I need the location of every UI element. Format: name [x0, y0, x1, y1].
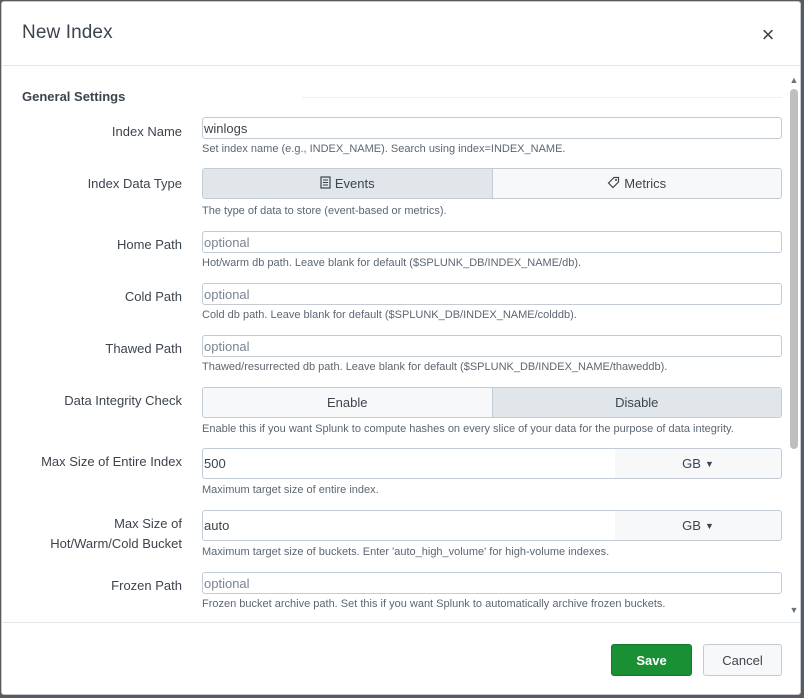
dialog-body: General Settings Index Name Set index na…: [2, 67, 800, 622]
max-bucket-label-line1: Max Size of: [114, 516, 182, 531]
integrity-enable-button[interactable]: Enable: [203, 388, 492, 417]
scroll-down-icon[interactable]: ▼: [789, 605, 799, 615]
max-size-help: Maximum target size of entire index.: [202, 484, 379, 496]
index-data-type-group: Events Metrics: [202, 168, 782, 199]
index-data-type-label: Index Data Type: [87, 176, 182, 191]
thawed-path-label: Thawed Path: [105, 341, 182, 356]
data-type-events-button[interactable]: Events: [203, 169, 492, 198]
scroll-up-icon[interactable]: ▲: [789, 75, 799, 85]
document-icon: [320, 175, 331, 192]
home-path-label: Home Path: [116, 237, 182, 252]
index-name-label: Index Name: [111, 124, 182, 139]
frozen-path-input[interactable]: [202, 572, 782, 594]
scrollbar-thumb[interactable]: [790, 89, 798, 449]
close-icon[interactable]: ×: [758, 24, 778, 46]
scrollbar[interactable]: ▲ ▼: [789, 75, 799, 620]
integrity-disable-button[interactable]: Disable: [491, 388, 781, 417]
index-name-help: Set index name (e.g., INDEX_NAME). Searc…: [202, 143, 566, 155]
max-size-label: Max Size of Entire Index: [41, 454, 182, 469]
data-type-events-label: Events: [334, 176, 375, 191]
thawed-path-input[interactable]: [202, 335, 782, 357]
max-bucket-help: Maximum target size of buckets. Enter 'a…: [202, 546, 610, 558]
max-bucket-unit-value: GB: [682, 518, 701, 533]
integrity-label: Data Integrity Check: [64, 393, 182, 408]
frozen-path-help: Frozen bucket archive path. Set this if …: [202, 598, 666, 610]
max-bucket-unit-select[interactable]: GB ▼: [615, 510, 782, 541]
dialog-footer: Save Cancel: [2, 622, 800, 694]
data-type-metrics-label: Metrics: [624, 176, 667, 191]
data-type-metrics-button[interactable]: Metrics: [491, 169, 781, 198]
index-data-type-help: The type of data to store (event-based o…: [202, 205, 447, 217]
chevron-down-icon: ▼: [704, 458, 714, 469]
cold-path-input[interactable]: [202, 283, 782, 305]
max-size-unit-value: GB: [682, 456, 701, 471]
cancel-button[interactable]: Cancel: [703, 644, 782, 676]
frozen-path-label: Frozen Path: [111, 578, 182, 593]
max-bucket-label-line2: Hot/Warm/Cold Bucket: [50, 536, 182, 551]
section-title: General Settings: [22, 89, 126, 104]
cold-path-help: Cold db path. Leave blank for default ($…: [202, 309, 577, 321]
chevron-down-icon: ▼: [704, 520, 714, 531]
integrity-help: Enable this if you want Splunk to comput…: [202, 423, 734, 435]
integrity-group: Enable Disable: [202, 387, 782, 418]
dialog-header: New Index ×: [2, 2, 800, 66]
dialog-title: New Index: [22, 22, 113, 43]
tag-icon: [607, 176, 620, 192]
cold-path-label: Cold Path: [124, 289, 182, 304]
new-index-dialog: New Index × General Settings Index Name …: [1, 1, 801, 695]
home-path-help: Hot/warm db path. Leave blank for defaul…: [202, 257, 582, 269]
max-size-unit-select[interactable]: GB ▼: [615, 448, 782, 479]
index-name-input[interactable]: [202, 117, 782, 139]
home-path-input[interactable]: [202, 231, 782, 253]
max-bucket-input[interactable]: [202, 510, 616, 541]
section-divider: [302, 97, 782, 98]
thawed-path-help: Thawed/resurrected db path. Leave blank …: [202, 361, 668, 373]
save-button[interactable]: Save: [611, 644, 692, 676]
max-size-input[interactable]: [202, 448, 616, 479]
